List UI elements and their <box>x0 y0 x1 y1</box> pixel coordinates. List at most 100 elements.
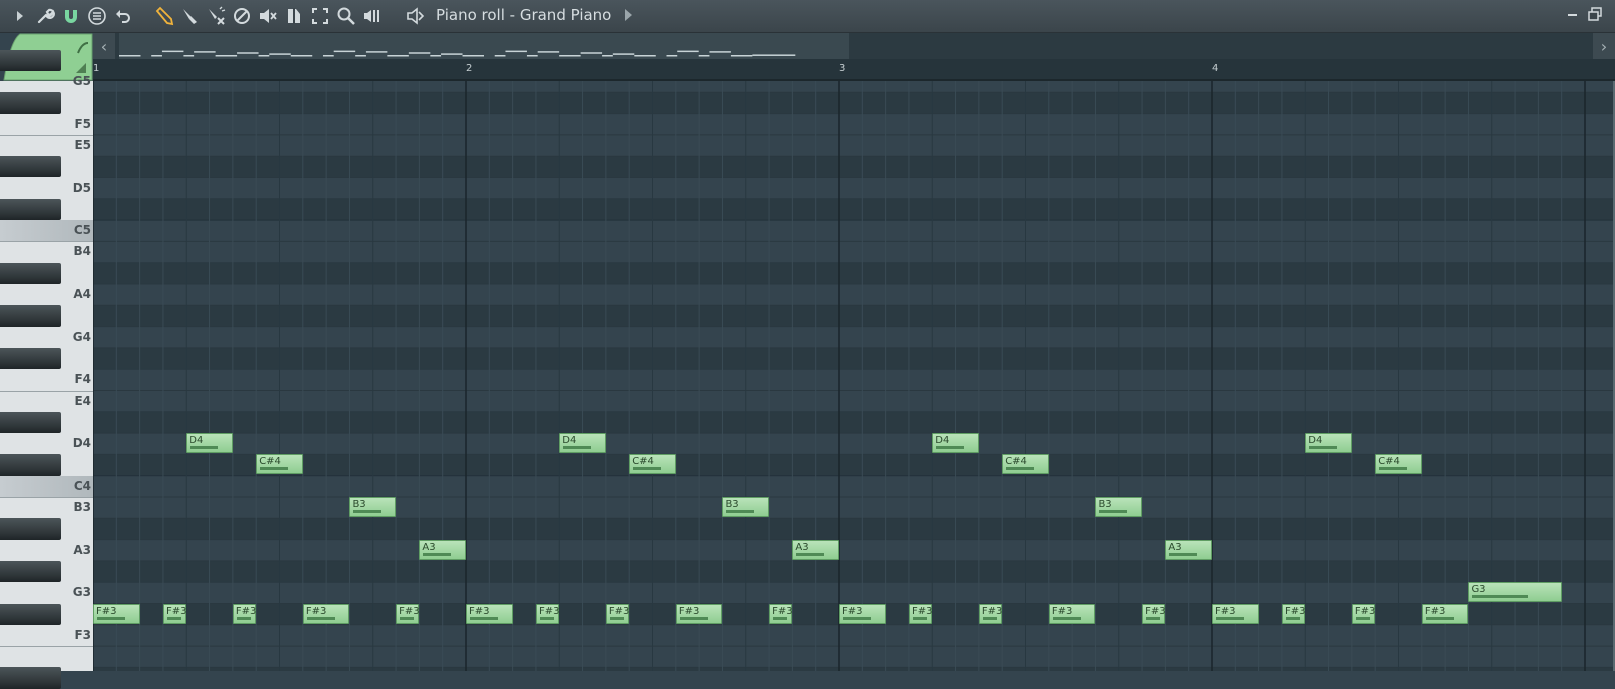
overview-scrollbar[interactable]: ‹ › <box>93 33 1615 59</box>
delete-brush-icon[interactable] <box>206 6 226 26</box>
overview-note <box>698 55 710 57</box>
slice-icon[interactable] <box>284 6 304 26</box>
black-key[interactable] <box>0 347 61 370</box>
note[interactable]: F#3 <box>839 603 886 624</box>
note[interactable]: F#3 <box>675 603 723 624</box>
black-key[interactable] <box>0 198 61 221</box>
black-key[interactable] <box>0 411 61 434</box>
black-key[interactable] <box>0 49 61 71</box>
black-key[interactable] <box>0 454 61 476</box>
note[interactable]: B3 <box>1095 497 1143 517</box>
note-label: A3 <box>1168 541 1182 553</box>
grid-lines <box>93 81 1615 671</box>
scroll-left-button[interactable]: ‹ <box>93 33 115 59</box>
note[interactable]: F#3 <box>1351 603 1376 624</box>
note[interactable]: B3 <box>722 497 770 517</box>
note[interactable]: F#3 <box>162 603 186 624</box>
velocity-bar <box>679 616 708 620</box>
grid-row <box>93 262 1615 284</box>
note[interactable]: C#4 <box>1002 454 1049 475</box>
overview-note <box>194 51 216 53</box>
magnet-icon[interactable] <box>61 6 81 26</box>
note[interactable]: G3 <box>1468 582 1562 603</box>
note-label: B3 <box>725 499 739 510</box>
note[interactable]: D4 <box>186 433 233 454</box>
grid-row <box>93 156 1615 178</box>
note-label: F#3 <box>842 605 863 617</box>
note[interactable]: A3 <box>792 539 839 560</box>
black-key[interactable] <box>0 560 61 583</box>
note[interactable]: C#4 <box>629 454 676 475</box>
paint-brush-icon[interactable] <box>180 6 200 26</box>
note-label: C#4 <box>259 456 281 468</box>
wrench-icon[interactable] <box>35 6 55 26</box>
grid-row <box>93 113 1615 135</box>
note[interactable]: A3 <box>419 539 466 560</box>
note[interactable]: C#4 <box>256 454 303 475</box>
bar-number: 1 <box>93 63 100 74</box>
undo-icon[interactable] <box>113 6 133 26</box>
note[interactable]: D4 <box>559 433 606 454</box>
note-label: F#3 <box>1051 605 1073 617</box>
black-key[interactable] <box>0 92 61 114</box>
black-key[interactable] <box>0 518 61 540</box>
note[interactable]: F#3 <box>93 603 140 624</box>
velocity-bar <box>1285 616 1300 620</box>
black-key[interactable] <box>0 262 61 284</box>
mute-circle-icon[interactable] <box>232 6 252 26</box>
note[interactable]: F#3 <box>1048 603 1096 624</box>
note[interactable]: F#3 <box>535 603 560 624</box>
velocity-bar <box>1099 510 1128 513</box>
note[interactable]: F#3 <box>978 603 1002 624</box>
piano-keyboard[interactable]: G5 F5 E5 D5 C5 B4 A4 G4 F4 E4 D4 C4 B3 A3 G3 F3 <box>0 49 93 689</box>
note[interactable]: B3 <box>349 497 397 517</box>
play-arrow-icon[interactable] <box>10 6 30 26</box>
note[interactable]: F#3 <box>232 603 256 624</box>
note[interactable]: F#3 <box>769 603 793 624</box>
velocity-bar <box>1309 446 1338 450</box>
key-label: A4 <box>73 287 91 301</box>
grid-row <box>93 667 1615 671</box>
note-label: F#3 <box>1354 605 1376 617</box>
key-label: E4 <box>74 393 91 408</box>
pencil-icon[interactable] <box>154 6 174 26</box>
note[interactable]: F#3 <box>1421 603 1469 624</box>
note[interactable]: F#3 <box>466 603 513 624</box>
note[interactable]: F#3 <box>1142 603 1166 624</box>
scroll-right-button[interactable]: › <box>1593 33 1615 59</box>
note-label: F#3 <box>1424 605 1446 617</box>
note[interactable]: F#3 <box>908 603 932 624</box>
note[interactable]: F#3 <box>396 603 420 624</box>
note[interactable]: F#3 <box>1281 603 1305 624</box>
note[interactable]: F#3 <box>302 603 350 624</box>
velocity-bar <box>97 616 125 620</box>
note[interactable]: F#3 <box>605 603 629 624</box>
note-label: F#3 <box>538 605 560 617</box>
black-key[interactable] <box>0 156 61 178</box>
velocity-bar <box>423 552 452 556</box>
restore-button[interactable] <box>1587 6 1603 22</box>
overview-viewport[interactable] <box>119 33 849 59</box>
select-icon[interactable] <box>310 6 330 26</box>
note[interactable]: F#3 <box>1212 603 1259 624</box>
minimize-button[interactable] <box>1566 6 1580 20</box>
note[interactable]: D4 <box>932 433 979 454</box>
note-grid[interactable]: F#3 F#3 D4 F#3 C#4 F#3 B3 F#3 A3 F#3 F#3 D4 F#3 C#4 F#… <box>93 81 1615 671</box>
note[interactable]: C#4 <box>1375 454 1422 475</box>
title-menu-arrow-icon[interactable] <box>625 9 632 21</box>
playback-icon[interactable] <box>362 6 382 26</box>
zoom-icon[interactable] <box>336 6 356 26</box>
menu-circle-icon[interactable] <box>87 6 107 26</box>
black-key[interactable] <box>0 603 61 625</box>
overview-note <box>612 53 635 55</box>
note[interactable]: D4 <box>1305 433 1352 454</box>
grid-row <box>93 81 1615 93</box>
speaker-icon[interactable] <box>405 6 425 26</box>
timeline-ruler[interactable]: 1 2 3 4 <box>93 59 1615 81</box>
note-label: F#3 <box>96 605 117 617</box>
velocity-bar <box>400 616 415 620</box>
mute-speaker-icon[interactable] <box>258 6 278 26</box>
grid-row <box>93 624 1615 647</box>
black-key[interactable] <box>0 305 61 327</box>
note[interactable]: A3 <box>1165 539 1212 560</box>
